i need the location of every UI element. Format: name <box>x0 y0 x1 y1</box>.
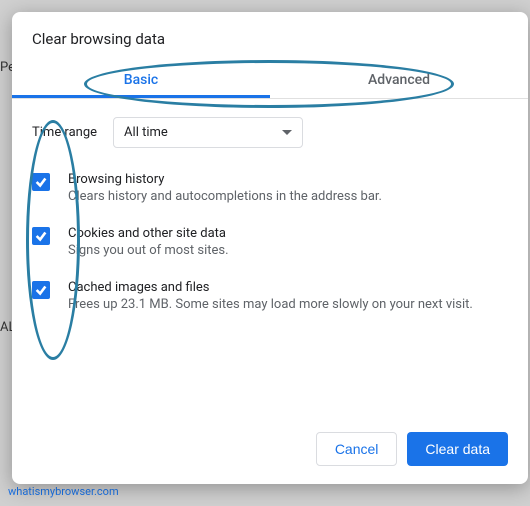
tab-label: Advanced <box>368 72 430 88</box>
check-icon <box>34 229 48 243</box>
option-desc: Signs you out of most sites. <box>68 243 229 258</box>
option-title: Cached images and files <box>68 280 473 295</box>
time-range-select[interactable]: All time <box>113 117 303 148</box>
option-cached: Cached images and files Frees up 23.1 MB… <box>32 280 508 312</box>
dialog-body: Time range All time Browsing history Cle… <box>12 99 528 418</box>
option-title: Browsing history <box>68 172 382 187</box>
option-text: Cookies and other site data Signs you ou… <box>68 226 229 258</box>
option-browsing-history: Browsing history Clears history and auto… <box>32 172 508 204</box>
clear-data-button[interactable]: Clear data <box>407 432 508 466</box>
select-value: All time <box>124 125 168 140</box>
footer-link[interactable]: whatismybrowser.com <box>8 485 119 498</box>
clear-browsing-data-dialog: Clear browsing data Basic Advanced Time … <box>12 12 528 484</box>
option-cookies: Cookies and other site data Signs you ou… <box>32 226 508 258</box>
time-range-row: Time range All time <box>32 117 508 148</box>
cancel-button[interactable]: Cancel <box>316 432 398 466</box>
option-text: Cached images and files Frees up 23.1 MB… <box>68 280 473 312</box>
option-text: Browsing history Clears history and auto… <box>68 172 382 204</box>
time-range-label: Time range <box>32 125 97 140</box>
tab-bar: Basic Advanced <box>12 60 528 99</box>
option-desc: Clears history and autocompletions in th… <box>68 189 382 204</box>
check-icon <box>34 283 48 297</box>
checkbox-cached[interactable] <box>32 281 50 299</box>
dialog-buttons: Cancel Clear data <box>12 418 528 484</box>
checkbox-cookies[interactable] <box>32 227 50 245</box>
option-desc: Frees up 23.1 MB. Some sites may load mo… <box>68 297 473 312</box>
chevron-down-icon <box>282 130 292 135</box>
dialog-title: Clear browsing data <box>12 12 528 60</box>
tab-basic[interactable]: Basic <box>12 60 270 98</box>
tab-advanced[interactable]: Advanced <box>270 60 528 98</box>
option-title: Cookies and other site data <box>68 226 229 241</box>
check-icon <box>34 175 48 189</box>
checkbox-browsing-history[interactable] <box>32 173 50 191</box>
tab-label: Basic <box>124 72 158 88</box>
